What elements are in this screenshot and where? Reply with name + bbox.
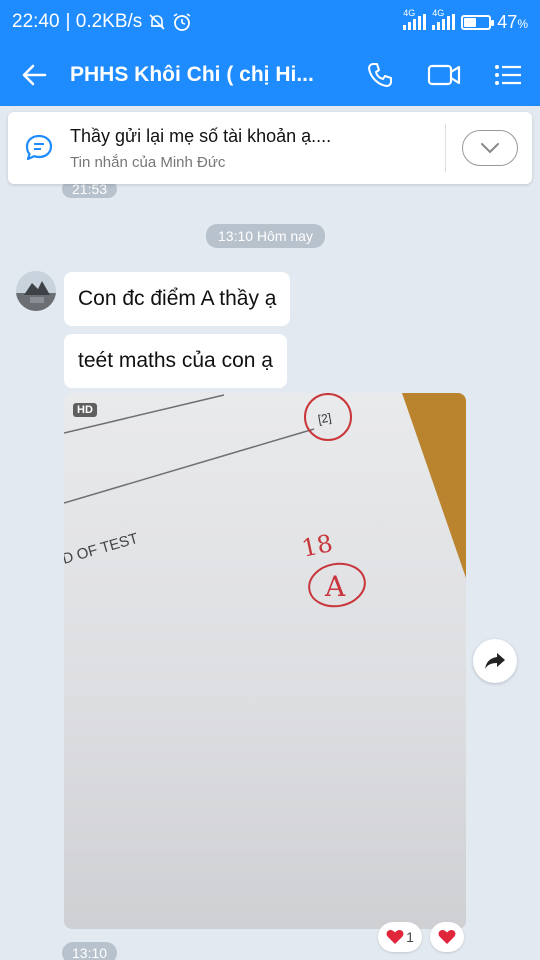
menu-button[interactable] xyxy=(476,44,540,106)
chat-header: PHHS Khôi Chi ( chị Hi... xyxy=(0,44,540,106)
photo-message[interactable]: D OF TEST [2] 18 A HD xyxy=(64,393,466,929)
message-bubble[interactable]: Con đc điểm A thầy ạ xyxy=(64,272,291,326)
message-text: teét maths của con ạ xyxy=(78,349,273,372)
grade-mark: A xyxy=(324,570,346,603)
status-bar: 22:40 | 0.2KB/s 4G 4G 47% xyxy=(0,0,540,44)
avatar-image xyxy=(16,271,56,311)
back-button[interactable] xyxy=(0,44,70,106)
message-text: Con đc điểm A thầy ạ xyxy=(78,287,277,310)
date-separator: 13:10 Hôm nay xyxy=(206,224,325,248)
share-button[interactable] xyxy=(473,639,517,683)
expand-pinned-button[interactable] xyxy=(462,130,518,166)
chat-title[interactable]: PHHS Khôi Chi ( chị Hi... xyxy=(70,63,348,87)
chevron-down-icon xyxy=(481,143,499,154)
call-button[interactable] xyxy=(348,44,412,106)
phone-icon xyxy=(368,63,392,87)
alarm-icon xyxy=(173,13,191,31)
chat-bubble-icon xyxy=(25,134,53,161)
message-time: 13:10 xyxy=(62,942,118,960)
pinned-message-text: Thầy gửi lại mẹ số tài khoản ạ.... xyxy=(70,125,332,146)
avatar[interactable] xyxy=(16,271,56,311)
pinned-message-sender: Tin nhắn của Minh Đức xyxy=(70,153,226,171)
hd-badge: HD xyxy=(73,403,97,417)
add-reaction-button[interactable] xyxy=(430,922,464,952)
reaction-summary[interactable]: 1 xyxy=(378,922,422,952)
back-arrow-icon xyxy=(22,64,47,86)
mute-bell-icon xyxy=(149,14,165,30)
pinned-message[interactable]: Thầy gửi lại mẹ số tài khoản ạ.... Tin n… xyxy=(8,112,532,184)
mark-box: [2] xyxy=(317,410,333,426)
share-arrow-icon xyxy=(485,653,505,669)
signal-icon: 4G xyxy=(403,8,427,30)
battery-percent: 47% xyxy=(497,11,528,32)
battery-icon xyxy=(461,14,495,30)
menu-icon xyxy=(495,65,521,85)
video-call-button[interactable] xyxy=(412,44,476,106)
test-paper-photo: D OF TEST [2] 18 A xyxy=(64,393,466,929)
heart-icon xyxy=(386,930,404,944)
divider xyxy=(445,124,446,172)
signal-icon-2: 4G xyxy=(432,8,456,30)
heart-icon xyxy=(438,930,456,944)
reaction-count: 1 xyxy=(406,929,414,945)
video-call-icon xyxy=(427,64,461,86)
status-time: 22:40 xyxy=(12,11,60,32)
message-bubble[interactable]: teét maths của con ạ xyxy=(64,334,287,388)
network-speed: | 0.2KB/s xyxy=(65,11,143,32)
